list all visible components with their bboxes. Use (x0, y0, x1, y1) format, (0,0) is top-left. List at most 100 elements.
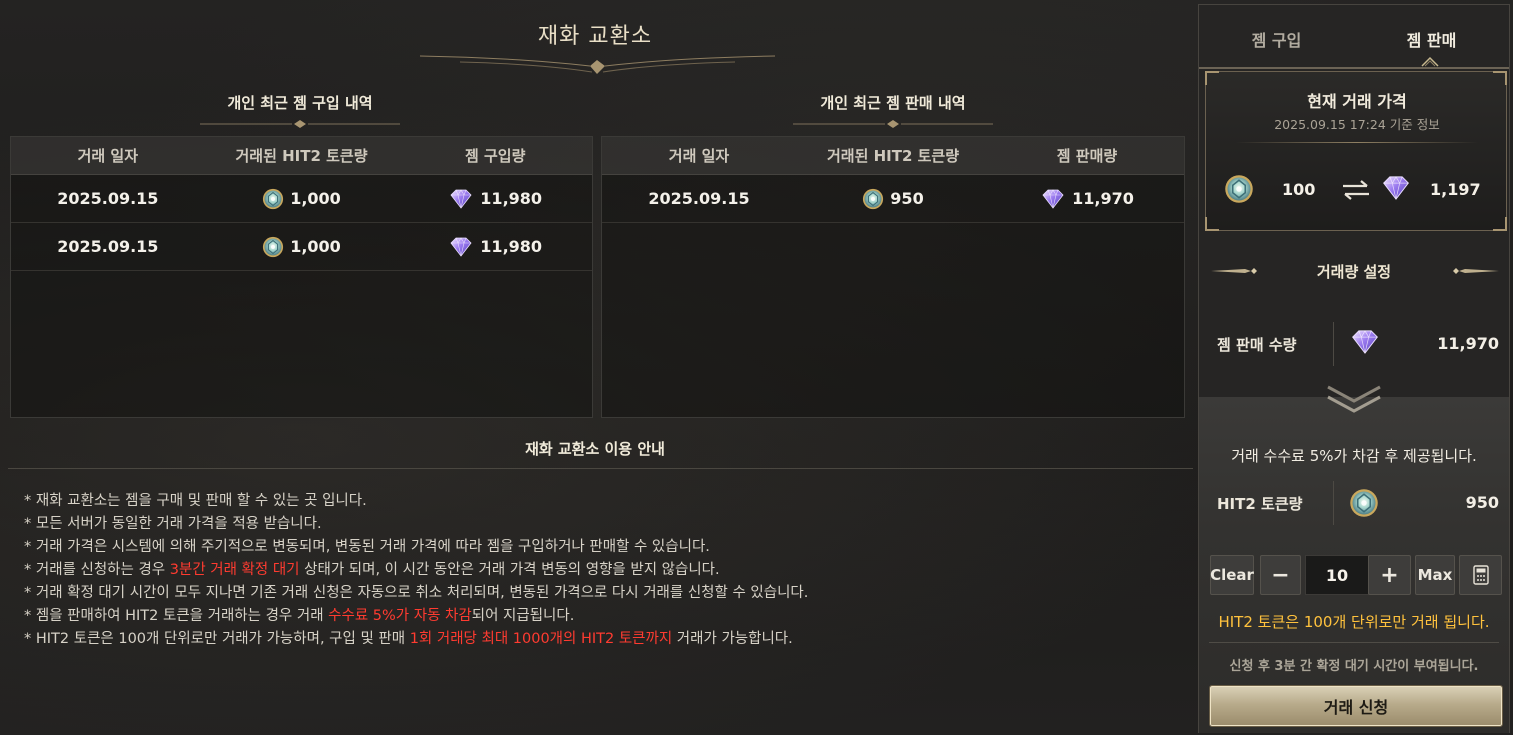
active-tab-indicator-icon (1421, 56, 1439, 67)
table-row: 2025.09.15 1,000 11,980 (11, 223, 592, 271)
main-area: 재화 교환소 개인 최근 젬 구입 내역 거래 일자 거래된 HIT2 토큰량 … (0, 0, 1195, 735)
trade-tabs: 젬 구입 젬 판매 (1199, 5, 1509, 69)
page-title: 재화 교환소 (537, 24, 653, 49)
corner-ornament (1493, 71, 1507, 85)
quantity-controls: Clear − 10 + Max (1210, 555, 1502, 595)
hit2-token-icon (862, 188, 884, 210)
column-header: 거래 일자 (77, 147, 139, 165)
guide-item: * 거래를 신청하는 경우 3분간 거래 확정 대기 상태가 되며, 이 시간 … (24, 559, 1174, 582)
sell-history-title: 개인 최근 젬 판매 내역 (820, 94, 966, 112)
guide-text: * 거래를 신청하는 경우 (24, 562, 170, 578)
title-ornament-icon (420, 55, 775, 74)
exchange-rate-row: 100 1,197 (1206, 172, 1508, 208)
table-header: 거래 일자 거래된 HIT2 토큰량 젬 구입량 (11, 137, 592, 175)
buy-history-table: 거래 일자 거래된 HIT2 토큰량 젬 구입량 2025.09.15 1,00… (10, 136, 593, 418)
corner-ornament (1205, 71, 1219, 85)
tab-underline (1199, 67, 1509, 69)
date-cell: 2025.09.15 (57, 189, 159, 208)
column-header: 거래 일자 (668, 147, 730, 165)
rate-token-amount: 100 (1282, 180, 1316, 199)
trade-panel: 젬 구입 젬 판매 현재 거래 가격 2025.09.15 17:24 기준 정… (1198, 4, 1510, 733)
clear-button[interactable]: Clear (1210, 555, 1254, 595)
column-header: 젬 구입량 (464, 147, 526, 165)
gem-icon (1349, 328, 1381, 356)
date-cell: 2025.09.15 (648, 189, 750, 208)
token-cell: 1,000 (205, 188, 399, 210)
chevron-down-icon (1327, 385, 1381, 413)
corner-ornament (1205, 217, 1219, 231)
current-price-box: 현재 거래 가격 2025.09.15 17:24 기준 정보 100 1,19… (1205, 71, 1507, 231)
guide-text: 거래가 가능합니다. (672, 631, 793, 647)
wait-notice: 신청 후 3분 간 확정 대기 시간이 부여됩니다. (1229, 659, 1479, 674)
guide-title: 재화 교환소 이용 안내 (525, 440, 665, 458)
gem-cell: 11,980 (398, 236, 592, 258)
divider (1209, 642, 1499, 643)
gem-cell: 11,970 (990, 188, 1184, 210)
rate-gem-amount: 1,197 (1430, 180, 1481, 199)
token-cell: 950 (796, 188, 990, 210)
sell-quantity-value: 11,970 (1437, 334, 1499, 353)
hit2-token-icon (262, 188, 284, 210)
unit-notice: HIT2 토큰은 100개 단위로만 거래 됩니다. (1218, 613, 1490, 631)
calculator-icon (1472, 565, 1489, 585)
guide-text: * HIT2 토큰은 100개 단위로만 거래가 가능하며, 구입 및 판매 (24, 631, 410, 647)
buy-history-title: 개인 최근 젬 구입 내역 (227, 94, 373, 112)
sell-quantity-label: 젬 판매 수량 (1217, 336, 1297, 354)
token-amount: 1,000 (290, 189, 341, 208)
gem-icon (1040, 188, 1066, 210)
current-price-title: 현재 거래 가격 (1307, 92, 1407, 111)
right-ornament-icon (1453, 268, 1499, 274)
corner-ornament (1493, 217, 1507, 231)
price-divider (1236, 142, 1478, 143)
gem-icon (448, 188, 474, 210)
divider (1333, 322, 1334, 366)
divider (1333, 481, 1334, 525)
max-button[interactable]: Max (1415, 555, 1455, 595)
sell-history-table: 거래 일자 거래된 HIT2 토큰량 젬 판매량 2025.09.15 950 … (601, 136, 1185, 418)
hit2-token-icon (1224, 174, 1254, 204)
tab-gem-buy[interactable]: 젬 구입 (1199, 5, 1354, 69)
guide-item: * 모든 서버가 동일한 거래 가격을 적용 받습니다. (24, 513, 1174, 536)
gem-amount: 11,970 (1072, 189, 1134, 208)
gem-icon (1380, 174, 1412, 202)
minus-button[interactable]: − (1260, 555, 1301, 595)
column-header: 거래된 HIT2 토큰량 (826, 147, 960, 165)
plus-button[interactable]: + (1368, 555, 1411, 595)
fee-notice: 거래 수수료 5%가 차감 후 제공됩니다. (1231, 447, 1477, 465)
guide-highlight: 3분간 거래 확정 대기 (169, 562, 300, 578)
gem-icon (448, 236, 474, 258)
guide-text: * 젬을 판매하여 HIT2 토큰을 거래하는 경우 거래 (24, 608, 329, 624)
table-header: 거래 일자 거래된 HIT2 토큰량 젬 판매량 (602, 137, 1184, 175)
guide-divider (8, 468, 1193, 469)
gem-amount: 11,980 (480, 189, 543, 208)
guide-text: * 재화 교환소는 젬을 구매 및 판매 할 수 있는 곳 입니다. (24, 493, 367, 509)
table-row: 2025.09.15 1,000 11,980 (11, 175, 592, 223)
guide-item: * 거래 가격은 시스템에 의해 주기적으로 변동되며, 변동된 거래 가격에 … (24, 536, 1174, 559)
guide-item: * 젬을 판매하여 HIT2 토큰을 거래하는 경우 거래 수수료 5%가 자동… (24, 605, 1174, 628)
sell-history-ornament-icon (793, 120, 993, 128)
calculator-button[interactable] (1459, 555, 1502, 595)
guide-item: * 재화 교환소는 젬을 구매 및 판매 할 수 있는 곳 입니다. (24, 490, 1174, 513)
guide-highlight: 수수료 5%가 자동 차감 (328, 608, 472, 624)
column-header: 젬 판매량 (1056, 147, 1118, 165)
guide-text: * 거래 가격은 시스템에 의해 주기적으로 변동되며, 변동된 거래 가격에 … (24, 539, 710, 555)
guide-text: * 거래 확정 대기 시간이 모두 지나면 기존 거래 신청은 자동으로 취소 … (24, 585, 809, 601)
token-cell: 1,000 (205, 236, 399, 258)
guide-text: 되어 지급됩니다. (471, 608, 575, 624)
gem-cell: 11,980 (398, 188, 592, 210)
table-row: 2025.09.15 950 11,970 (602, 175, 1184, 223)
date-cell: 2025.09.15 (57, 237, 159, 256)
buy-history-ornament-icon (200, 120, 400, 128)
sell-quantity-row: 젬 판매 수량 11,970 (1199, 318, 1509, 370)
quantity-input[interactable]: 10 (1305, 555, 1369, 595)
token-amount-label: HIT2 토큰량 (1217, 495, 1303, 513)
guide-item: * 거래 확정 대기 시간이 모두 지나면 기존 거래 신청은 자동으로 취소 … (24, 582, 1174, 605)
guide-text: * 모든 서버가 동일한 거래 가격을 적용 받습니다. (24, 516, 322, 532)
guide-item: * HIT2 토큰은 100개 단위로만 거래가 가능하며, 구입 및 판매 1… (24, 628, 1174, 651)
guide-list: * 재화 교환소는 젬을 구매 및 판매 할 수 있는 곳 입니다. * 모든 … (24, 490, 1174, 651)
hit2-token-icon (262, 236, 284, 258)
hit2-token-icon (1349, 488, 1379, 518)
submit-trade-button[interactable]: 거래 신청 (1209, 685, 1503, 727)
column-header: 거래된 HIT2 토큰량 (235, 147, 368, 165)
price-timestamp: 2025.09.15 17:24 기준 정보 (1274, 117, 1440, 132)
